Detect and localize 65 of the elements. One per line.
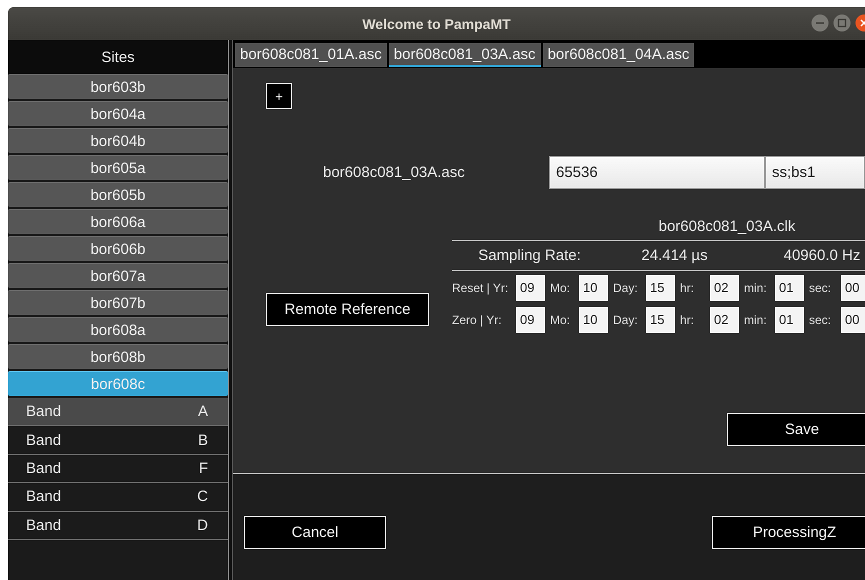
time-label: hr: <box>679 312 696 326</box>
time-field[interactable]: 15 <box>646 306 675 332</box>
time-field[interactable]: 09 <box>516 306 545 332</box>
input-field[interactable]: 65536 <box>549 156 765 189</box>
sampling-rate-label: Sampling Rate: <box>478 247 581 264</box>
site-item[interactable]: bor605b <box>8 182 228 207</box>
cancel-button[interactable]: Cancel <box>244 516 386 549</box>
input-field[interactable]: ss;bs1 <box>765 156 865 189</box>
time-field[interactable]: 09 <box>516 274 545 300</box>
time-label: hr: <box>679 280 696 294</box>
band-letter: A <box>198 403 208 420</box>
site-item[interactable]: bor608b <box>8 344 228 369</box>
band-item[interactable]: Band A <box>8 398 228 426</box>
time-label: Day: <box>612 280 639 294</box>
band-label: Band <box>26 403 62 420</box>
site-item[interactable]: bor607a <box>8 263 228 288</box>
add-button[interactable]: + <box>266 83 292 109</box>
band-letter: B <box>198 432 208 449</box>
remote-reference-button[interactable]: Remote Reference <box>266 293 429 326</box>
band-label: Band <box>26 488 62 506</box>
time-field[interactable]: 02 <box>710 274 739 300</box>
time-label: min: <box>743 312 768 326</box>
band-letter: F <box>198 460 208 477</box>
time-field[interactable]: 10 <box>579 274 608 300</box>
site-item[interactable]: bor604b <box>8 128 228 153</box>
file-tab[interactable]: bor608c081_03A.asc <box>388 43 541 67</box>
time-label: Reset | Yr: <box>452 280 510 294</box>
time-field[interactable]: 10 <box>579 306 608 332</box>
file-tab[interactable]: bor608c081_04A.asc <box>542 43 694 67</box>
band-item[interactable]: Band D <box>8 512 228 540</box>
clock-file-label: bor608c081_03A.clk <box>658 218 796 234</box>
site-item[interactable]: bor603b <box>8 74 228 99</box>
processing-button[interactable]: ProcessingZ <box>712 516 865 549</box>
file-label: bor608c081_03A.asc <box>323 164 465 180</box>
time-field[interactable]: 01 <box>775 274 804 300</box>
site-item[interactable]: bor604a <box>8 101 228 126</box>
time-field[interactable]: 01 <box>775 306 804 332</box>
time-field[interactable]: 00 <box>841 274 865 300</box>
save-button[interactable]: Save <box>727 413 865 446</box>
band-label: Band <box>26 460 62 477</box>
band-letter: C <box>197 488 208 506</box>
time-label: Mo: <box>549 280 572 294</box>
minimize-icon[interactable] <box>811 14 829 32</box>
site-item[interactable]: bor606b <box>8 236 228 261</box>
time-field[interactable]: 02 <box>710 306 739 332</box>
site-item[interactable]: bor606a <box>8 209 228 234</box>
sampling-period: 24.414 µs <box>641 247 708 264</box>
band-label: Band <box>26 516 62 534</box>
time-field[interactable]: 15 <box>646 274 675 300</box>
band-label: Band <box>26 432 62 449</box>
sidebar-heading: Sites <box>101 48 135 66</box>
time-label: Day: <box>612 312 639 326</box>
time-label: Zero | Yr: <box>452 312 503 326</box>
site-item[interactable]: bor607b <box>8 290 228 315</box>
time-label: sec: <box>808 280 832 294</box>
window-title: Welcome to PampaMT <box>362 16 511 32</box>
time-field[interactable]: 00 <box>841 306 865 332</box>
time-label: sec: <box>808 312 832 326</box>
site-item[interactable]: bor605a <box>8 155 228 180</box>
time-label: min: <box>743 280 768 294</box>
site-item[interactable]: bor608a <box>8 317 228 342</box>
file-tab[interactable]: bor608c081_01A.asc <box>235 43 387 67</box>
sampling-frequency: 40960.0 Hz <box>784 247 860 264</box>
time-label: Mo: <box>549 312 572 326</box>
band-letter: D <box>197 516 208 534</box>
